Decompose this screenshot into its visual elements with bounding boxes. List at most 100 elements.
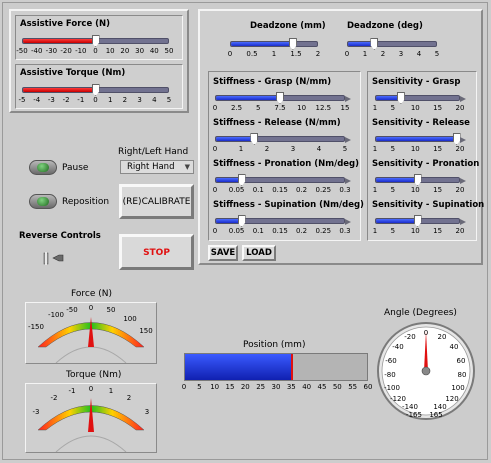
- tick-label: 60: [363, 383, 373, 391]
- assistive-force-slider[interactable]: [22, 35, 169, 47]
- tick-label: 0: [88, 304, 94, 312]
- sensitivity-release-slider[interactable]: [375, 133, 466, 145]
- tick-label: 50: [164, 47, 174, 55]
- tick-label: -4: [33, 96, 41, 104]
- tick-label: 3: [144, 408, 150, 416]
- sensitivity-grasp-label: Sensitivity - Grasp: [372, 77, 461, 87]
- stiffness-pronation-knob[interactable]: [237, 174, 246, 186]
- deadzone-mm-knob[interactable]: [288, 38, 297, 50]
- assistive-force-box: Assistive Force (N) -50 -40 -30 -20 -10 …: [15, 15, 183, 60]
- tick-label: 1: [372, 186, 378, 194]
- main-window: Assistive Force (N) -50 -40 -30 -20 -10 …: [2, 2, 488, 460]
- tick-label: 10: [105, 47, 115, 55]
- tick-label: 2: [122, 96, 128, 104]
- assistive-force-knob[interactable]: [91, 35, 100, 47]
- assistive-torque-knob[interactable]: [91, 84, 100, 96]
- tick-label: -1: [77, 96, 85, 104]
- tick-label: 3: [290, 145, 296, 153]
- tick-label: 5: [390, 227, 396, 235]
- pause-led-button[interactable]: [29, 160, 57, 175]
- reverse-controls-toggle[interactable]: [41, 250, 71, 266]
- stop-button[interactable]: STOP: [119, 234, 194, 270]
- tick-label: 0: [423, 329, 429, 337]
- load-button[interactable]: LOAD: [242, 245, 276, 261]
- slider-end-arrow: [345, 96, 351, 102]
- tick-label: 5: [197, 383, 202, 391]
- tick-label: 0.2: [296, 227, 308, 235]
- tick-label: -165: [406, 411, 422, 419]
- tick-label: 0.5: [246, 50, 258, 58]
- tick-label: 15: [433, 227, 443, 235]
- tick-label: 5: [166, 96, 172, 104]
- stiffness-supination-knob[interactable]: [237, 215, 246, 227]
- tick-label: -60: [385, 357, 397, 365]
- stiffness-box: Stiffness - Grasp (N/mm) 0 2.5 5 7.5 10 …: [208, 71, 364, 241]
- tick-label: 20: [240, 383, 250, 391]
- reposition-led-button[interactable]: [29, 194, 57, 209]
- deadzone-deg-knob[interactable]: [370, 38, 379, 50]
- tick-label: 5: [342, 145, 348, 153]
- stiffness-release-knob[interactable]: [250, 133, 259, 145]
- tick-label: 50: [332, 383, 342, 391]
- calibrate-button[interactable]: (RE)CALIBRATE: [119, 184, 194, 219]
- slider-end-arrow: [345, 137, 351, 143]
- angle-label: Angle (Degrees): [384, 308, 457, 318]
- tick-label: 35: [286, 383, 296, 391]
- stiffness-supination-label: Stiffness - Supination (Nm/deg): [213, 200, 364, 210]
- chevron-down-icon: ▼: [184, 163, 190, 171]
- tick-label: 0.25: [315, 227, 332, 235]
- sensitivity-release-fill: [376, 137, 457, 141]
- tick-label: 40: [149, 47, 159, 55]
- tick-label: 10: [410, 227, 420, 235]
- stiffness-grasp-knob[interactable]: [276, 92, 284, 104]
- stiffness-pronation-slider[interactable]: [215, 174, 351, 186]
- deadzone-mm-label: Deadzone (mm): [250, 21, 326, 31]
- stiffness-release-slider[interactable]: [215, 133, 351, 145]
- assistive-torque-slider[interactable]: [22, 84, 169, 96]
- tick-label: 20: [455, 227, 465, 235]
- tick-label: 4: [316, 145, 322, 153]
- assistive-panel: Assistive Force (N) -50 -40 -30 -20 -10 …: [9, 9, 189, 113]
- stiffness-supination-slider[interactable]: [215, 215, 351, 227]
- tick-label: 2: [126, 394, 132, 402]
- sensitivity-supination-slider[interactable]: [375, 215, 466, 227]
- reposition-label: Reposition: [62, 197, 110, 207]
- sensitivity-grasp-slider[interactable]: [375, 92, 466, 104]
- tick-label: 0: [212, 145, 218, 153]
- deadzone-deg-slider[interactable]: [347, 38, 437, 50]
- tick-label: 1: [372, 145, 378, 153]
- tick-label: 55: [348, 383, 358, 391]
- tick-label: -3: [32, 408, 40, 416]
- tick-label: -1: [68, 387, 76, 395]
- tick-label: 0.05: [228, 227, 245, 235]
- stiffness-grasp-slider[interactable]: [215, 92, 351, 104]
- sensitivity-release-label: Sensitivity - Release: [372, 118, 470, 128]
- tick-label: 0: [93, 96, 98, 104]
- assistive-force-fill: [23, 39, 96, 43]
- tick-label: -5: [18, 96, 26, 104]
- tick-label: -50: [66, 306, 78, 314]
- tick-label: 0: [181, 383, 187, 391]
- tick-label: -100: [48, 311, 64, 319]
- tick-label: 40: [302, 383, 312, 391]
- tick-label: 0: [212, 186, 218, 194]
- stiffness-grasp-label: Stiffness - Grasp (N/mm): [213, 77, 332, 87]
- deadzone-mm-slider[interactable]: [230, 38, 318, 50]
- tick-label: 20: [437, 333, 447, 341]
- hand-select[interactable]: Right Hand ▼: [120, 160, 194, 174]
- sensitivity-grasp-knob[interactable]: [396, 92, 405, 104]
- tick-label: 10: [410, 145, 420, 153]
- sensitivity-supination-knob[interactable]: [413, 215, 422, 227]
- tick-label: -2: [62, 96, 70, 104]
- torque-gauge-dial: [37, 398, 145, 452]
- sensitivity-pronation-slider[interactable]: [375, 174, 466, 186]
- tick-label: 3: [137, 96, 142, 104]
- sensitivity-pronation-knob[interactable]: [413, 174, 422, 186]
- tick-label: 0.1: [252, 186, 264, 194]
- tick-label: 4: [152, 96, 157, 104]
- deadzone-deg-label: Deadzone (deg): [347, 21, 423, 31]
- tick-label: 2: [315, 50, 321, 58]
- tick-label: 0.3: [339, 186, 351, 194]
- slider-end-arrow: [460, 137, 466, 143]
- save-button[interactable]: SAVE: [208, 245, 238, 261]
